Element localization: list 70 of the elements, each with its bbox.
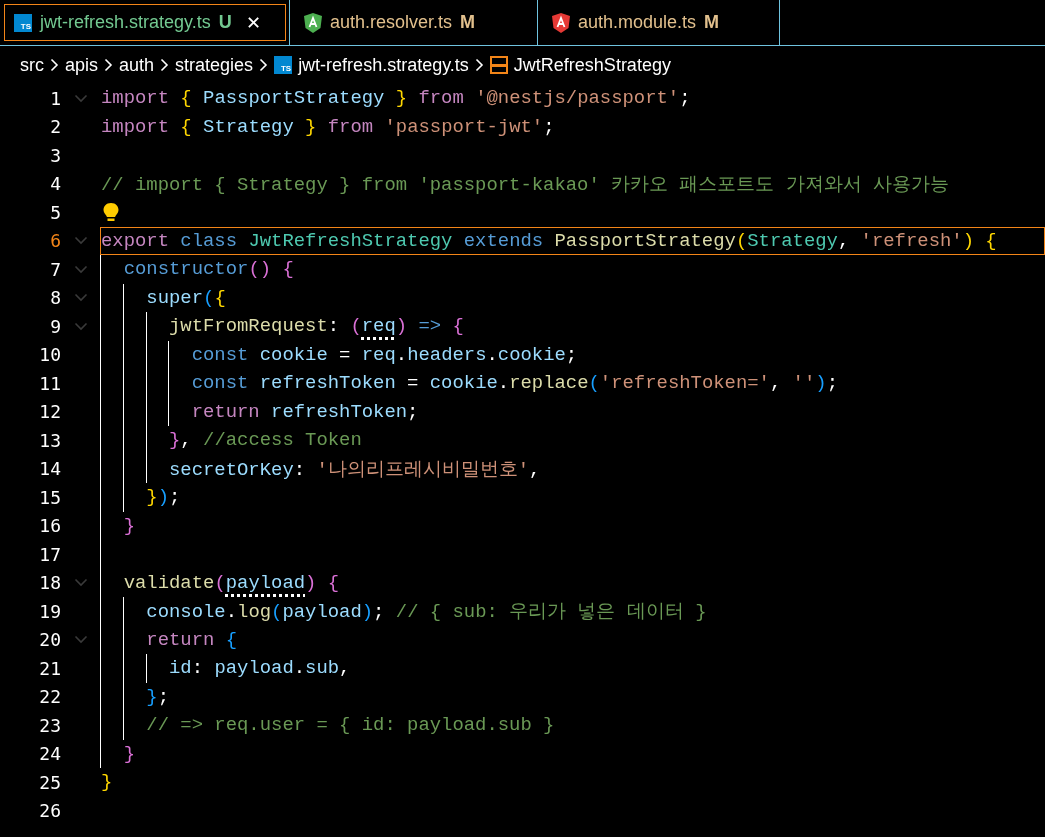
code-line: jwtFromRequest: (req) => {: [168, 315, 464, 338]
typescript-icon: TS: [274, 56, 293, 74]
chevron-right-icon: [50, 58, 59, 72]
line-number: 10: [38, 344, 61, 366]
breadcrumb-item[interactable]: src: [20, 54, 44, 76]
symbol-icon: [489, 56, 508, 74]
code-line: import { Strategy } from 'passport-jwt';: [101, 115, 555, 138]
line-number: 2: [49, 116, 61, 138]
line-number: 16: [38, 515, 61, 537]
line-number: 25: [38, 771, 61, 793]
code-line: }: [122, 742, 135, 765]
code-line: // import { Strategy } from 'passport-kakao' 카카오 패스포트도 가져와서 사용가능: [101, 172, 950, 197]
line-number: 15: [38, 486, 61, 508]
chevron-down-icon[interactable]: [73, 635, 88, 645]
breadcrumb-item[interactable]: apis: [65, 54, 99, 76]
chevron-right-icon: [474, 58, 484, 72]
code-line: export class JwtRefreshStrategy extends PassportStrategy(Strategy, 'refresh') {: [101, 229, 997, 252]
line-number: 13: [38, 429, 61, 451]
breadcrumb-item[interactable]: auth: [119, 54, 155, 76]
chevron-down-icon[interactable]: [73, 578, 88, 588]
code-line: };: [145, 685, 170, 708]
code-line: const refreshToken = cookie.replace('refreshToken=', '');: [190, 372, 838, 395]
breadcrumb-item[interactable]: JwtRefreshStrategy: [513, 54, 671, 76]
chevron-down-icon[interactable]: [73, 293, 88, 303]
line-number: 6: [49, 230, 61, 252]
line-number: 4: [49, 173, 61, 195]
line-number: 23: [38, 714, 61, 736]
line-number: 14: [38, 458, 61, 480]
typescript-icon: TS: [14, 13, 32, 32]
code-line: secretOrKey: '나의리프레시비밀번호',: [168, 457, 541, 482]
code-line: validate(payload) {: [122, 571, 340, 594]
line-number: 8: [49, 287, 61, 309]
line-number: 18: [38, 572, 61, 594]
code-line: import { PassportStrategy } from '@nestjs/passport';: [101, 87, 691, 110]
chevron-right-icon: [160, 58, 170, 72]
chevron-down-icon[interactable]: [73, 321, 88, 331]
line-number: 12: [38, 401, 61, 423]
code-line: // => req.user = { id: payload.sub }: [145, 714, 555, 737]
line-number: 7: [49, 258, 61, 280]
code-line: return {: [145, 628, 238, 651]
code-line: }: [122, 514, 135, 537]
line-number: 3: [49, 144, 61, 166]
line-number: 5: [49, 201, 61, 223]
breadcrumb-item[interactable]: strategies: [175, 54, 254, 76]
line-number: 21: [38, 657, 61, 679]
code-line: });: [145, 486, 181, 509]
line-number: 26: [38, 800, 61, 822]
line-number: 20: [38, 629, 61, 651]
line-number: 17: [38, 543, 61, 565]
chevron-down-icon[interactable]: [73, 93, 88, 103]
code-line: const cookie = req.headers.cookie;: [190, 343, 578, 366]
line-number: 24: [38, 743, 61, 765]
chevron-down-icon[interactable]: [73, 236, 88, 246]
code-line: }: [101, 771, 113, 794]
code-line: constructor() {: [122, 258, 294, 281]
code-line: super({: [145, 286, 226, 309]
line-number: 11: [38, 372, 61, 394]
code-line: console.log(payload); // { sub: 우리가 넣은 데이터 }: [145, 600, 707, 625]
line-number: 22: [38, 686, 61, 708]
breadcrumb-item[interactable]: jwt-refresh.strategy.ts: [298, 54, 469, 76]
code-line: }, //access Token: [168, 429, 362, 452]
lightbulb-icon[interactable]: [102, 202, 120, 223]
line-number: 1: [49, 87, 61, 109]
chevron-down-icon[interactable]: [73, 264, 88, 274]
line-number: 9: [49, 315, 61, 337]
line-number: 19: [38, 600, 61, 622]
chevron-right-icon: [104, 58, 114, 72]
code-line: id: payload.sub,: [168, 657, 351, 680]
chevron-right-icon: [259, 58, 269, 72]
code-line: return refreshToken;: [190, 400, 419, 423]
